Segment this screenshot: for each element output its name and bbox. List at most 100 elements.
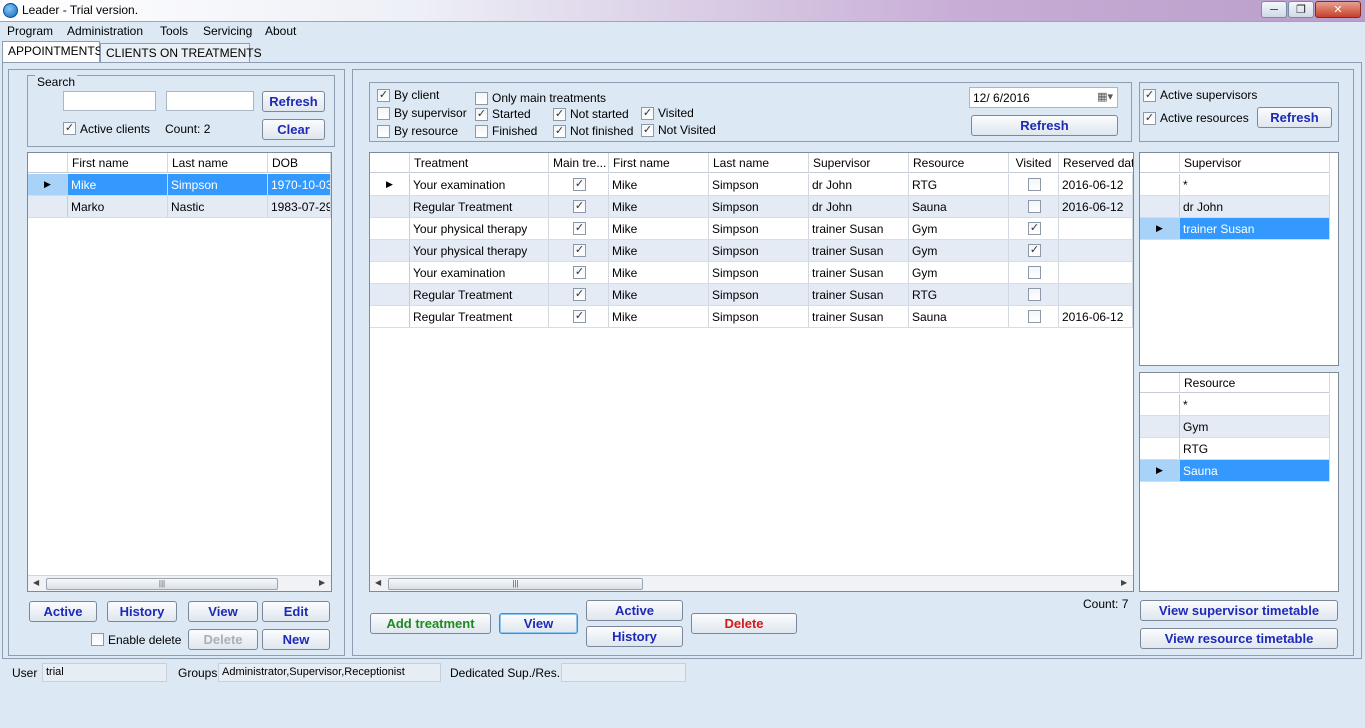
main-treatment-checkbox[interactable]: ✓ <box>573 266 586 279</box>
row-selector-icon[interactable]: ▶ <box>370 174 410 195</box>
list-item[interactable]: ▶ trainer Susan <box>1140 218 1330 240</box>
row-selector[interactable] <box>1140 416 1180 437</box>
active-clients-checkbox[interactable]: ✓ <box>63 122 76 135</box>
treatment-delete-button[interactable]: Delete <box>691 613 797 634</box>
column-header-visited[interactable]: Visited <box>1009 153 1059 172</box>
by-resource-checkbox[interactable] <box>377 125 390 138</box>
add-treatment-button[interactable]: Add treatment <box>370 613 491 634</box>
clients-refresh-button[interactable]: Refresh <box>262 91 325 112</box>
scroll-right-icon[interactable]: ▶ <box>319 578 325 587</box>
treatments-horizontal-scrollbar[interactable]: ◀ ||| ▶ <box>370 575 1133 591</box>
main-treatment-checkbox[interactable]: ✓ <box>573 244 586 257</box>
main-treatment-checkbox[interactable]: ✓ <box>573 178 586 191</box>
treatment-history-button[interactable]: History <box>586 626 683 647</box>
row-selector[interactable] <box>370 262 410 283</box>
client-delete-button[interactable]: Delete <box>188 629 258 650</box>
visited-checkbox[interactable]: ✓ <box>641 107 654 120</box>
right-refresh-button[interactable]: Refresh <box>1257 107 1332 128</box>
visited-checkbox[interactable]: ✓ <box>1028 244 1041 257</box>
finished-checkbox[interactable] <box>475 125 488 138</box>
column-header-resource[interactable]: Resource <box>1180 373 1330 393</box>
column-header-main-treatment[interactable]: Main tre... <box>549 153 609 172</box>
treatments-refresh-button[interactable]: Refresh <box>971 115 1118 136</box>
table-row[interactable]: Regular Treatment ✓ Mike Simpson trainer Sus… <box>370 284 1133 306</box>
table-row[interactable]: Regular Treatment ✓ Mike Simpson trainer Sus… <box>370 306 1133 328</box>
menu-servicing[interactable]: Servicing <box>203 24 252 38</box>
column-header-first-name[interactable]: First name <box>609 153 709 172</box>
only-main-treatments-checkbox[interactable] <box>475 92 488 105</box>
started-checkbox[interactable]: ✓ <box>475 108 488 121</box>
list-item[interactable]: ▶ Sauna <box>1140 460 1330 482</box>
row-selector[interactable] <box>370 240 410 261</box>
client-new-button[interactable]: New <box>262 629 330 650</box>
not-finished-checkbox[interactable]: ✓ <box>553 125 566 138</box>
table-row[interactable]: Your physical therapy ✓ Mike Simpson trainer… <box>370 240 1133 262</box>
treatment-view-button[interactable]: View <box>499 613 578 634</box>
visited-checkbox[interactable] <box>1028 178 1041 191</box>
view-resource-timetable-button[interactable]: View resource timetable <box>1140 628 1338 649</box>
row-selector[interactable] <box>28 196 68 217</box>
column-header-resource[interactable]: Resource <box>909 153 1009 172</box>
list-item[interactable]: dr John <box>1140 196 1330 218</box>
scroll-left-icon[interactable]: ◀ <box>375 578 381 587</box>
table-row[interactable]: Your examination ✓ Mike Simpson trainer Susa… <box>370 262 1133 284</box>
treatment-active-button[interactable]: Active <box>586 600 683 621</box>
table-row[interactable]: Regular Treatment ✓ Mike Simpson dr John Saun… <box>370 196 1133 218</box>
table-row[interactable]: Your physical therapy ✓ Mike Simpson trainer… <box>370 218 1133 240</box>
search-first-name-input[interactable] <box>63 91 156 111</box>
close-icon[interactable]: ✕ <box>1315 1 1361 18</box>
scroll-right-icon[interactable]: ▶ <box>1121 578 1127 587</box>
column-header-last-name[interactable]: Last name <box>709 153 809 172</box>
row-selector[interactable] <box>370 218 410 239</box>
scroll-left-icon[interactable]: ◀ <box>33 578 39 587</box>
calendar-dropdown-icon[interactable]: ▦▾ <box>1097 90 1113 103</box>
row-selector-icon[interactable]: ▶ <box>1140 218 1180 239</box>
main-treatment-checkbox[interactable]: ✓ <box>573 222 586 235</box>
client-history-button[interactable]: History <box>107 601 177 622</box>
active-supervisors-checkbox[interactable]: ✓ <box>1143 89 1156 102</box>
column-header-supervisor[interactable]: Supervisor <box>1180 153 1330 173</box>
visited-checkbox[interactable] <box>1028 266 1041 279</box>
row-selector[interactable] <box>370 196 410 217</box>
not-started-checkbox[interactable]: ✓ <box>553 108 566 121</box>
list-item[interactable]: * <box>1140 394 1330 416</box>
table-row[interactable]: ▶ Mike Simpson 1970-10-03 <box>28 174 331 196</box>
date-picker[interactable]: 12/ 6/2016 ▦▾ <box>969 87 1118 108</box>
by-client-checkbox[interactable]: ✓ <box>377 89 390 102</box>
list-item[interactable]: * <box>1140 174 1330 196</box>
row-selector[interactable] <box>1140 394 1180 415</box>
list-item[interactable]: RTG <box>1140 438 1330 460</box>
active-resources-checkbox[interactable]: ✓ <box>1143 112 1156 125</box>
row-selector[interactable] <box>1140 174 1180 195</box>
column-header-supervisor[interactable]: Supervisor <box>809 153 909 172</box>
list-item[interactable]: Gym <box>1140 416 1330 438</box>
tab-clients-on-treatments[interactable]: CLIENTS ON TREATMENTS <box>100 43 262 62</box>
row-selector[interactable] <box>370 284 410 305</box>
column-header-reserved-date[interactable]: Reserved date <box>1059 153 1133 172</box>
row-selector-icon[interactable]: ▶ <box>1140 460 1180 481</box>
visited-checkbox[interactable] <box>1028 200 1041 213</box>
main-treatment-checkbox[interactable]: ✓ <box>573 310 586 323</box>
row-selector[interactable] <box>1140 196 1180 217</box>
row-selector[interactable] <box>1140 438 1180 459</box>
not-visited-checkbox[interactable]: ✓ <box>641 124 654 137</box>
visited-checkbox[interactable]: ✓ <box>1028 222 1041 235</box>
visited-checkbox[interactable] <box>1028 288 1041 301</box>
column-header-last-name[interactable]: Last name <box>168 153 268 173</box>
scrollbar-thumb[interactable]: ||| <box>388 578 643 590</box>
menu-about[interactable]: About <box>265 24 296 38</box>
scrollbar-thumb[interactable]: ||| <box>46 578 278 590</box>
maximize-icon[interactable]: ❐ <box>1288 1 1314 18</box>
minimize-icon[interactable]: ─ <box>1261 1 1287 18</box>
by-supervisor-checkbox[interactable] <box>377 107 390 120</box>
column-header-dob[interactable]: DOB <box>268 153 331 173</box>
row-selector[interactable] <box>370 306 410 327</box>
enable-delete-checkbox[interactable] <box>91 633 104 646</box>
table-row[interactable]: ▶ Your examination ✓ Mike Simpson dr John RTG 2… <box>370 174 1133 196</box>
column-header-first-name[interactable]: First name <box>68 153 168 173</box>
client-edit-button[interactable]: Edit <box>262 601 330 622</box>
column-header-treatment[interactable]: Treatment <box>410 153 549 172</box>
main-treatment-checkbox[interactable]: ✓ <box>573 200 586 213</box>
search-last-name-input[interactable] <box>166 91 254 111</box>
menu-administration[interactable]: Administration <box>67 24 143 38</box>
